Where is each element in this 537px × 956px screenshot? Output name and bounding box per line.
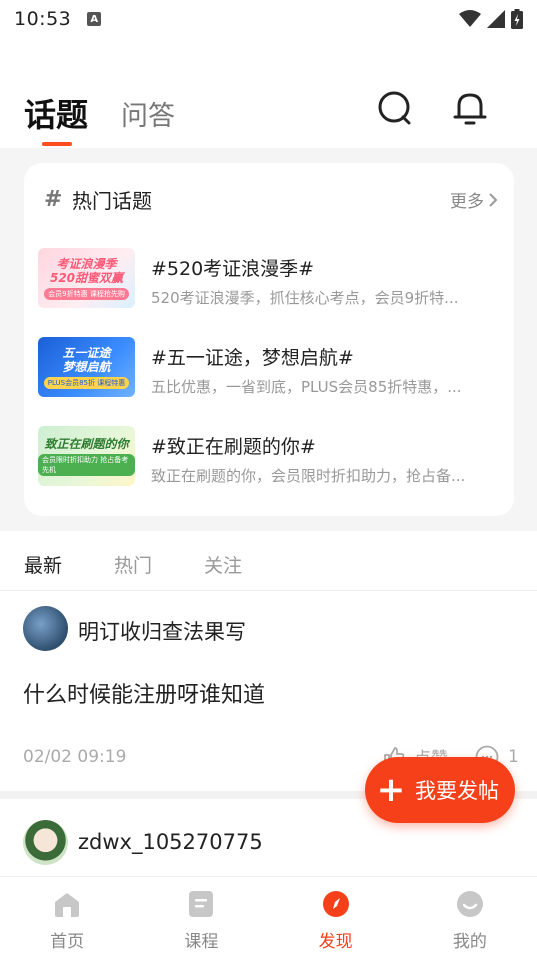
- notification-a-icon: A: [87, 12, 102, 26]
- home-icon: [55, 893, 80, 917]
- topic-title: #五一证途，梦想启航#: [151, 347, 354, 369]
- nav-label-discover: 发现: [318, 932, 353, 952]
- avatar[interactable]: [23, 820, 68, 865]
- nav-label-home: 首页: [50, 932, 85, 952]
- bell-icon[interactable]: [452, 90, 488, 126]
- discover-icon: [322, 891, 349, 917]
- bottom-nav: 首页 课程 发现 我的: [0, 876, 537, 956]
- nav-label-profile: 我的: [452, 932, 487, 952]
- status-time: 10:53: [14, 8, 72, 30]
- thumb-text: 梦想启航: [62, 359, 111, 374]
- more-label: 更多: [450, 192, 484, 212]
- nav-item-discover[interactable]: 发现: [269, 877, 403, 956]
- signal-icon: [487, 10, 505, 28]
- hot-topics-card: # 热门话题 更多 考证浪漫季 520甜蜜双赢 会员9折特惠 课程抢先购 #52…: [24, 163, 514, 516]
- feed-section: 最新 热门 关注 明订收归查法果写 什么时候能注册呀谁知道 02/02 09:1…: [0, 531, 537, 876]
- post-time: 02/02 09:19: [23, 747, 127, 767]
- nav-item-profile[interactable]: 我的: [403, 877, 537, 956]
- topic-desc: 五比优惠，一省到底，PLUS会员85折特惠，...: [151, 378, 462, 396]
- wifi-icon: [459, 10, 481, 27]
- status-bar: 10:53 A: [0, 0, 537, 38]
- tab-latest[interactable]: 最新: [24, 551, 62, 578]
- nav-item-course[interactable]: 课程: [134, 877, 268, 956]
- course-icon: [189, 891, 214, 917]
- thumb-subtext: 会员限时折扣助力 抢占备考先机: [38, 453, 135, 476]
- topic-desc: 致正在刷题的你，会员限时折扣助力，抢占备...: [151, 467, 466, 485]
- topic-thumbnail: 考证浪漫季 520甜蜜双赢 会员9折特惠 课程抢先购: [38, 248, 135, 308]
- tab-hot[interactable]: 热门: [114, 551, 152, 578]
- hot-topics-header: # 热门话题: [44, 185, 152, 214]
- thumb-text: 520甜蜜双赢: [49, 270, 124, 285]
- search-icon[interactable]: [377, 90, 413, 126]
- post-content: 什么时候能注册呀谁知道: [23, 683, 266, 708]
- chevron-right-icon: [489, 192, 498, 207]
- topic-item[interactable]: 五一证途 梦想启航 PLUS会员85折 课程特惠 #五一证途，梦想启航# 五比优…: [38, 337, 508, 399]
- tab-qa[interactable]: 问答: [121, 94, 175, 133]
- create-post-button[interactable]: + 我要发帖: [365, 757, 515, 823]
- tab-topics[interactable]: 话题: [24, 90, 88, 136]
- profile-icon: [456, 891, 483, 917]
- active-tab-indicator: [42, 142, 72, 146]
- top-header: 话题 问答: [0, 38, 537, 148]
- hot-topics-title: 热门话题: [72, 189, 152, 213]
- more-link[interactable]: 更多: [450, 187, 498, 212]
- thumb-subtext: PLUS会员85折 课程特惠: [43, 376, 130, 389]
- topic-thumbnail: 致正在刷题的你 会员限时折扣助力 抢占备考先机: [38, 426, 135, 486]
- post-username[interactable]: zdwx_105270775: [78, 830, 263, 854]
- thumb-text: 考证浪漫季: [56, 256, 117, 271]
- tab-following[interactable]: 关注: [204, 551, 242, 578]
- hash-icon: #: [44, 187, 63, 212]
- topic-item[interactable]: 考证浪漫季 520甜蜜双赢 会员9折特惠 课程抢先购 #520考证浪漫季# 52…: [38, 248, 508, 310]
- battery-icon: [511, 9, 523, 29]
- create-post-label: 我要发帖: [415, 779, 499, 803]
- post-username[interactable]: 明订收归查法果写: [78, 616, 246, 646]
- topic-desc: 520考证浪漫季，抓住核心考点，会员9折特...: [151, 289, 459, 307]
- thumb-subtext: 会员9折特惠 课程抢先购: [44, 287, 129, 300]
- feed-tabs: 最新 热门 关注: [0, 531, 537, 591]
- thumb-text: 五一证途: [62, 345, 111, 360]
- avatar[interactable]: [23, 606, 68, 651]
- nav-label-course: 课程: [184, 932, 219, 952]
- plus-icon: +: [376, 770, 406, 810]
- topic-title: #520考证浪漫季#: [151, 258, 315, 280]
- status-icons: [459, 9, 523, 29]
- thumb-text: 致正在刷题的你: [44, 436, 129, 451]
- topic-item[interactable]: 致正在刷题的你 会员限时折扣助力 抢占备考先机 #致正在刷题的你# 致正在刷题的…: [38, 426, 508, 488]
- topic-thumbnail: 五一证途 梦想启航 PLUS会员85折 课程特惠: [38, 337, 135, 397]
- nav-item-home[interactable]: 首页: [0, 877, 134, 956]
- topic-title: #致正在刷题的你#: [151, 436, 316, 458]
- comment-count: 1: [508, 747, 519, 767]
